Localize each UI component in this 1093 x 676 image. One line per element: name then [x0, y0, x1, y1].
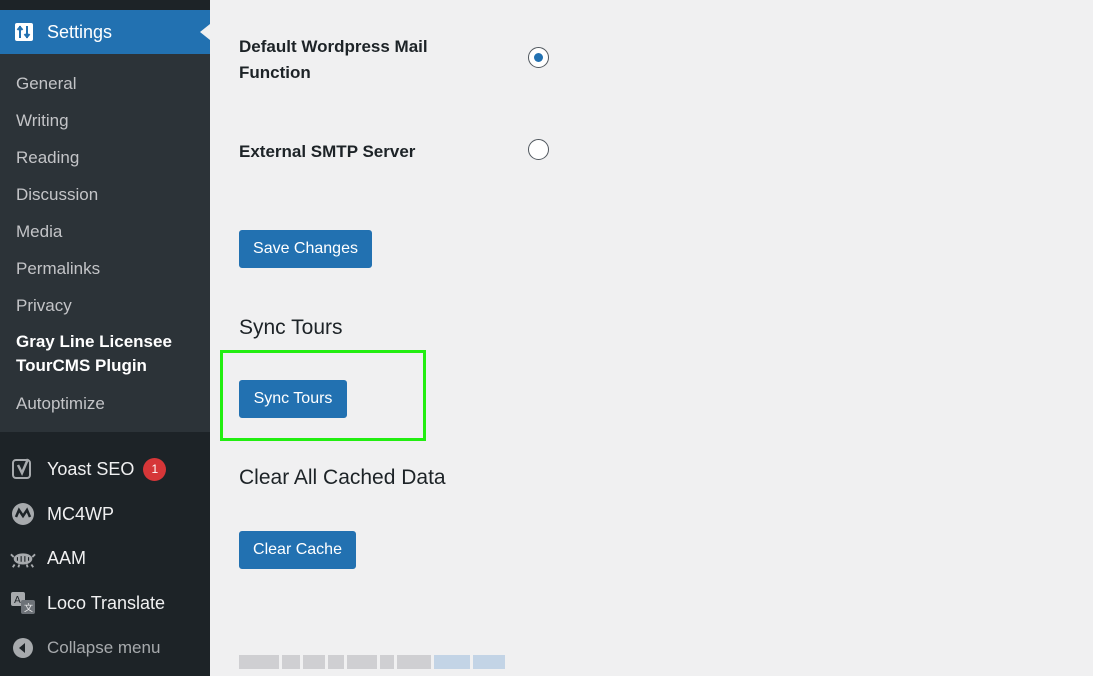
menu-loco-translate[interactable]: A 文 Loco Translate: [0, 583, 210, 623]
menu-yoast-seo-label: Yoast SEO: [47, 458, 135, 479]
current-menu-arrow: [200, 24, 210, 40]
smtp-server-radio[interactable]: [528, 139, 549, 160]
menu-mc4wp-label: MC4WP: [47, 503, 114, 524]
submenu-item-tourcms-plugin[interactable]: Gray Line Licensee TourCMS Plugin: [16, 330, 186, 378]
settings-sliders-icon: [14, 22, 34, 42]
default-mail-label: Default Wordpress Mail Function: [239, 37, 428, 82]
loco-translate-icon: A 文: [10, 590, 36, 616]
submenu-item-writing[interactable]: Writing: [16, 111, 69, 131]
settings-submenu: General Writing Reading Discussion Media…: [0, 54, 210, 432]
submenu-item-autoptimize[interactable]: Autoptimize: [16, 394, 105, 414]
menu-settings[interactable]: Settings: [0, 10, 210, 54]
collapse-arrow-icon: [10, 635, 36, 661]
submenu-item-reading[interactable]: Reading: [16, 148, 79, 168]
save-changes-button[interactable]: Save Changes: [239, 230, 372, 268]
svg-text:A: A: [14, 595, 21, 606]
clear-cache-heading: Clear All Cached Data: [239, 466, 446, 489]
menu-yoast-seo[interactable]: Yoast SEO 1: [0, 449, 210, 489]
menu-mc4wp[interactable]: MC4WP: [0, 494, 210, 534]
menu-aam-label: AAM: [47, 547, 87, 568]
smtp-server-label: External SMTP Server: [239, 142, 416, 161]
menu-aam[interactable]: AAM: [0, 538, 210, 578]
yoast-icon: [10, 456, 36, 482]
submenu-item-discussion[interactable]: Discussion: [16, 185, 98, 205]
admin-sidebar: Settings General Writing Reading Discuss…: [0, 0, 210, 676]
submenu-item-media[interactable]: Media: [16, 222, 62, 242]
submenu-item-general[interactable]: General: [16, 74, 76, 94]
menu-settings-label: Settings: [47, 21, 113, 42]
collapse-menu-label: Collapse menu: [47, 638, 161, 657]
mc4wp-icon: [10, 501, 36, 527]
sync-tours-button[interactable]: Sync Tours: [239, 380, 347, 418]
notification-badge: 1: [143, 457, 167, 481]
clear-cache-button[interactable]: Clear Cache: [239, 531, 356, 569]
blurred-footer-text: [239, 647, 505, 669]
svg-text:文: 文: [24, 602, 33, 614]
aam-icon: [10, 545, 36, 571]
collapse-menu-button[interactable]: Collapse menu: [0, 628, 210, 668]
menu-loco-translate-label: Loco Translate: [47, 592, 166, 613]
sync-tours-heading: Sync Tours: [239, 316, 343, 339]
submenu-item-privacy[interactable]: Privacy: [16, 296, 72, 316]
default-mail-radio[interactable]: [528, 47, 549, 68]
submenu-item-permalinks[interactable]: Permalinks: [16, 259, 100, 279]
